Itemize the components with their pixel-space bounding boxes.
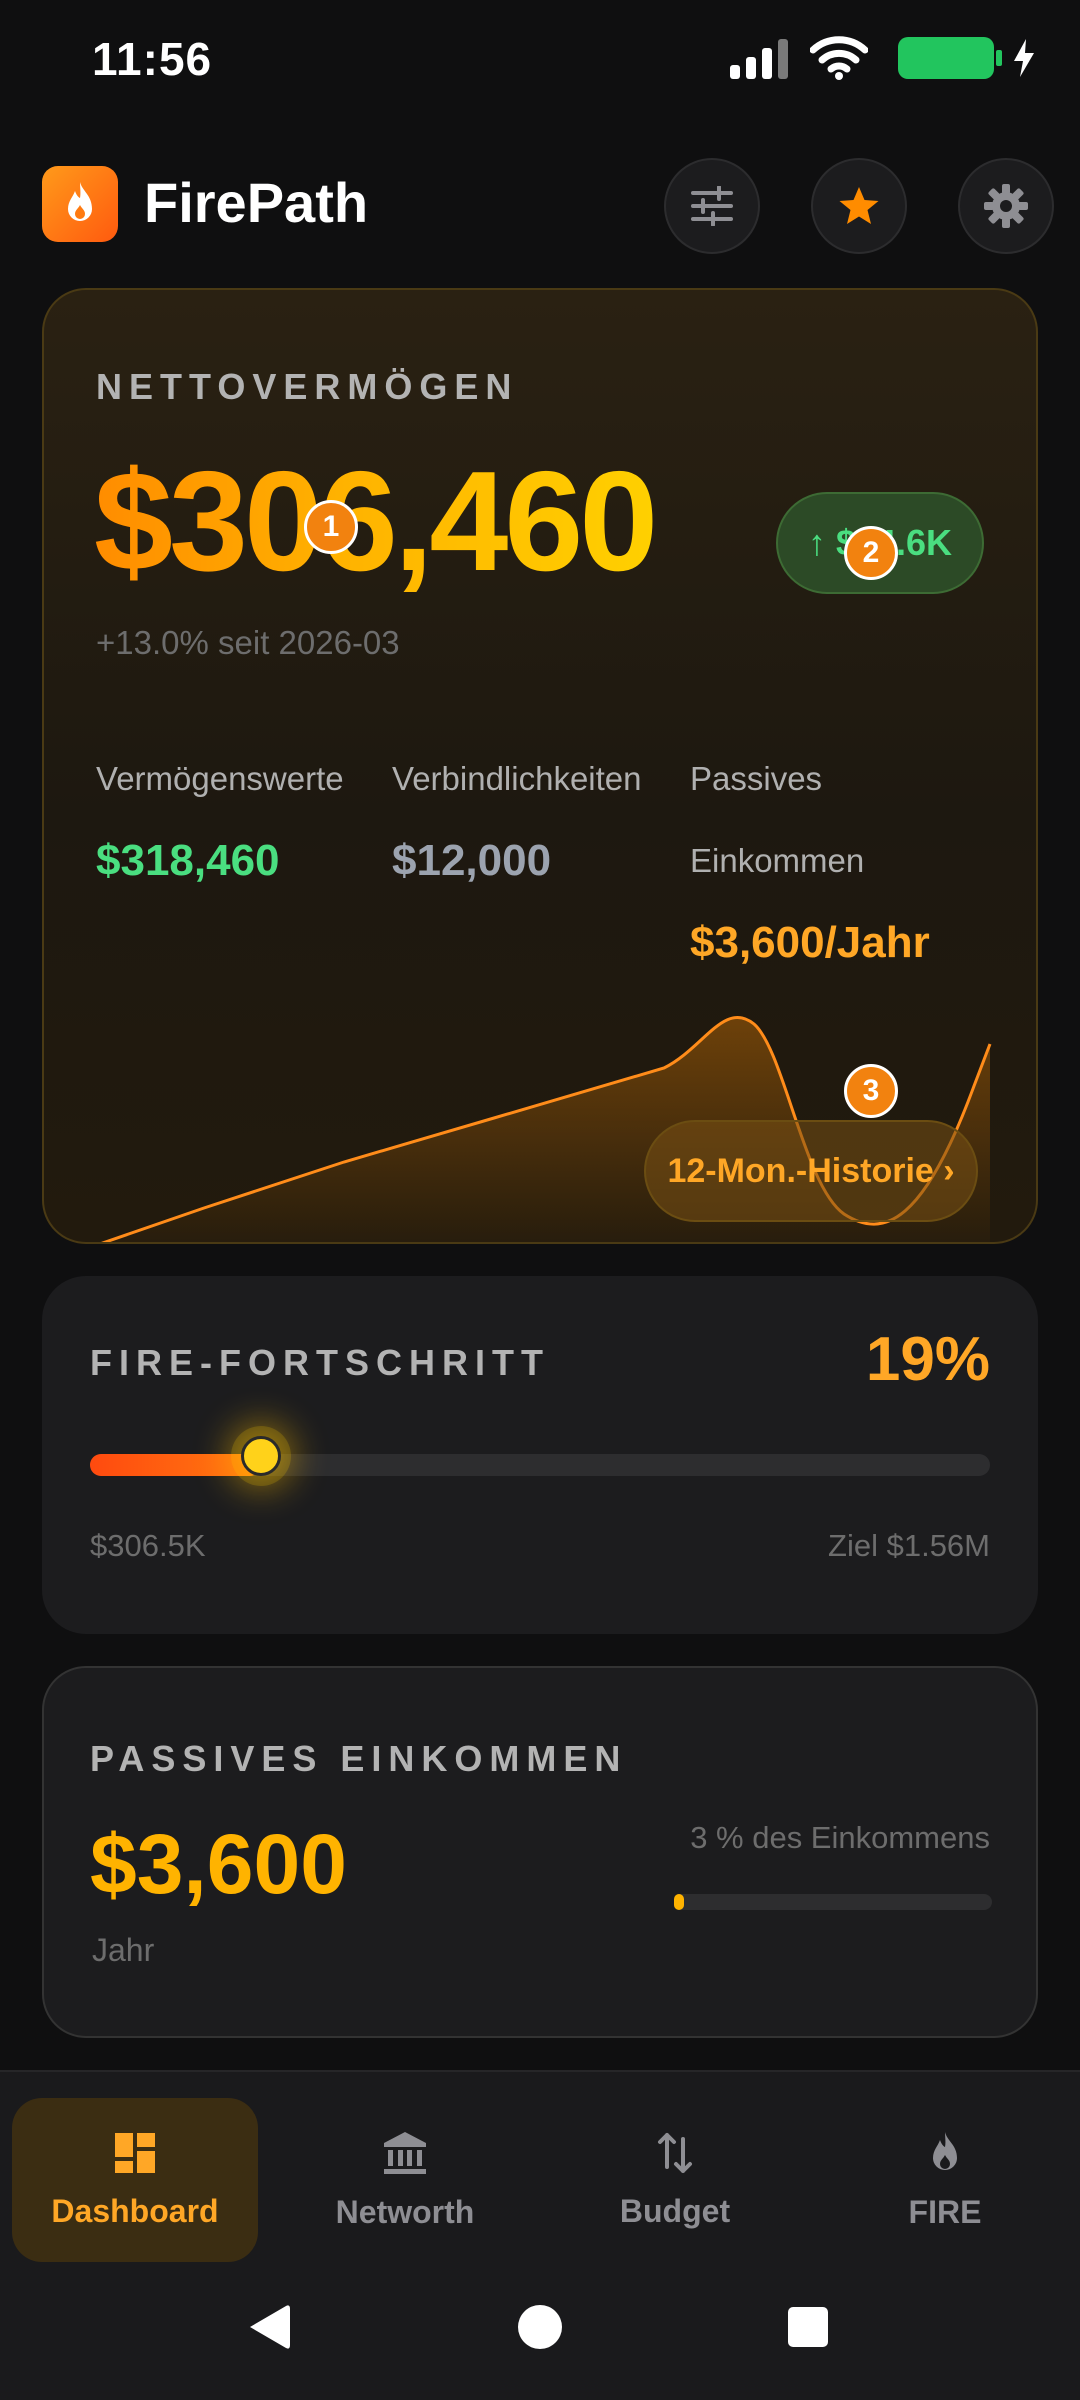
nav-fire-label: FIRE [908,2193,982,2230]
passive-income-share: 3 % des Einkommens [690,1820,990,1855]
fire-progress-bar [90,1436,990,1476]
settings-button[interactable] [958,158,1054,254]
passive-income-share-bar [674,1894,992,1910]
flame-logo-icon [68,182,92,221]
liabilities-value: $12,000 [392,836,552,885]
history-12-months-button[interactable]: 12-Mon.-Historie › [644,1120,978,1222]
swap-vertical-icon [658,2132,692,2173]
liabilities-label: Verbindlichkeiten [392,760,642,797]
dashboard-icon [115,2132,155,2173]
assets-value: $318,460 [96,836,280,885]
annotation-marker-2: 2 [844,526,898,580]
recents-icon[interactable] [786,2302,830,2352]
app-logo [42,166,118,242]
nav-fire[interactable]: FIRE [822,2098,1068,2262]
nav-budget[interactable]: Budget [552,2098,798,2262]
assets-label: Vermögenswerte [96,760,344,797]
fire-progress-card: FIRE-FORTSCHRITT 19% $306.5K Ziel $1.56M [42,1276,1038,1634]
passive-income-stat: Passives Einkommen $3,600/Jahr [690,738,930,984]
net-worth-change-since: +13.0% seit 2026-03 [96,624,400,661]
nav-networth-label: Networth [335,2193,475,2230]
nav-budget-label: Budget [619,2192,731,2229]
charging-icon [1014,39,1034,77]
net-worth-card: NETTOVERMÖGEN $306,460 ↑ $34.6K +13.0% s… [42,288,1038,1244]
passive-income-label-line1: Passives [690,760,823,797]
gear-icon [984,184,1028,228]
flame-icon [933,2131,957,2170]
net-worth-value: $306,460 [94,440,658,604]
bottom-navigation: Dashboard Networth Budget FIRE [0,2070,1080,2270]
battery-icon [898,37,1002,79]
passive-income-label-line2: Einkommen [690,842,865,879]
wifi-icon [810,36,868,80]
net-worth-label: NETTOVERMÖGEN [96,366,519,407]
annotation-marker-1: 1 [304,500,358,554]
status-bar: 11:56 [0,0,1080,120]
annotation-marker-3: 3 [844,1064,898,1118]
assets-stat: Vermögenswerte $318,460 [96,738,344,902]
fire-progress-label: FIRE-FORTSCHRITT [90,1342,550,1383]
fire-progress-fill [90,1454,261,1476]
arrow-up-icon: ↑ [807,522,826,563]
status-icons [730,36,1034,80]
passive-income-value: $3,600/Jahr [690,918,930,967]
passive-income-card: PASSIVES EINKOMMEN $3,600 Jahr 3 % des E… [42,1666,1038,2038]
fire-goal-amount: Ziel $1.56M [828,1528,990,1563]
filter-button[interactable] [664,158,760,254]
signal-icon [730,37,788,79]
star-icon [839,187,879,224]
system-navigation-bar [0,2270,1080,2400]
fire-progress-percent: 19% [865,1325,990,1394]
fire-current-amount: $306.5K [90,1528,206,1563]
status-time: 11:56 [92,33,213,85]
nav-dashboard-label: Dashboard [51,2192,219,2229]
app-title: FirePath [144,171,369,234]
filter-icon [691,186,733,226]
passive-income-card-label: PASSIVES EINKOMMEN [90,1738,628,1779]
passive-income-share-fill [674,1894,684,1910]
nav-networth[interactable]: Networth [282,2098,528,2262]
liabilities-stat: Verbindlichkeiten $12,000 [392,738,642,902]
passive-income-card-value: $3,600 [90,1817,347,1911]
back-icon[interactable] [246,2302,292,2352]
nav-dashboard[interactable]: Dashboard [12,2098,258,2262]
favorites-button[interactable] [811,158,907,254]
fire-progress-knob [241,1436,281,1476]
passive-income-period: Jahr [92,1932,155,1968]
bank-icon [384,2131,426,2174]
home-icon[interactable] [516,2302,564,2352]
